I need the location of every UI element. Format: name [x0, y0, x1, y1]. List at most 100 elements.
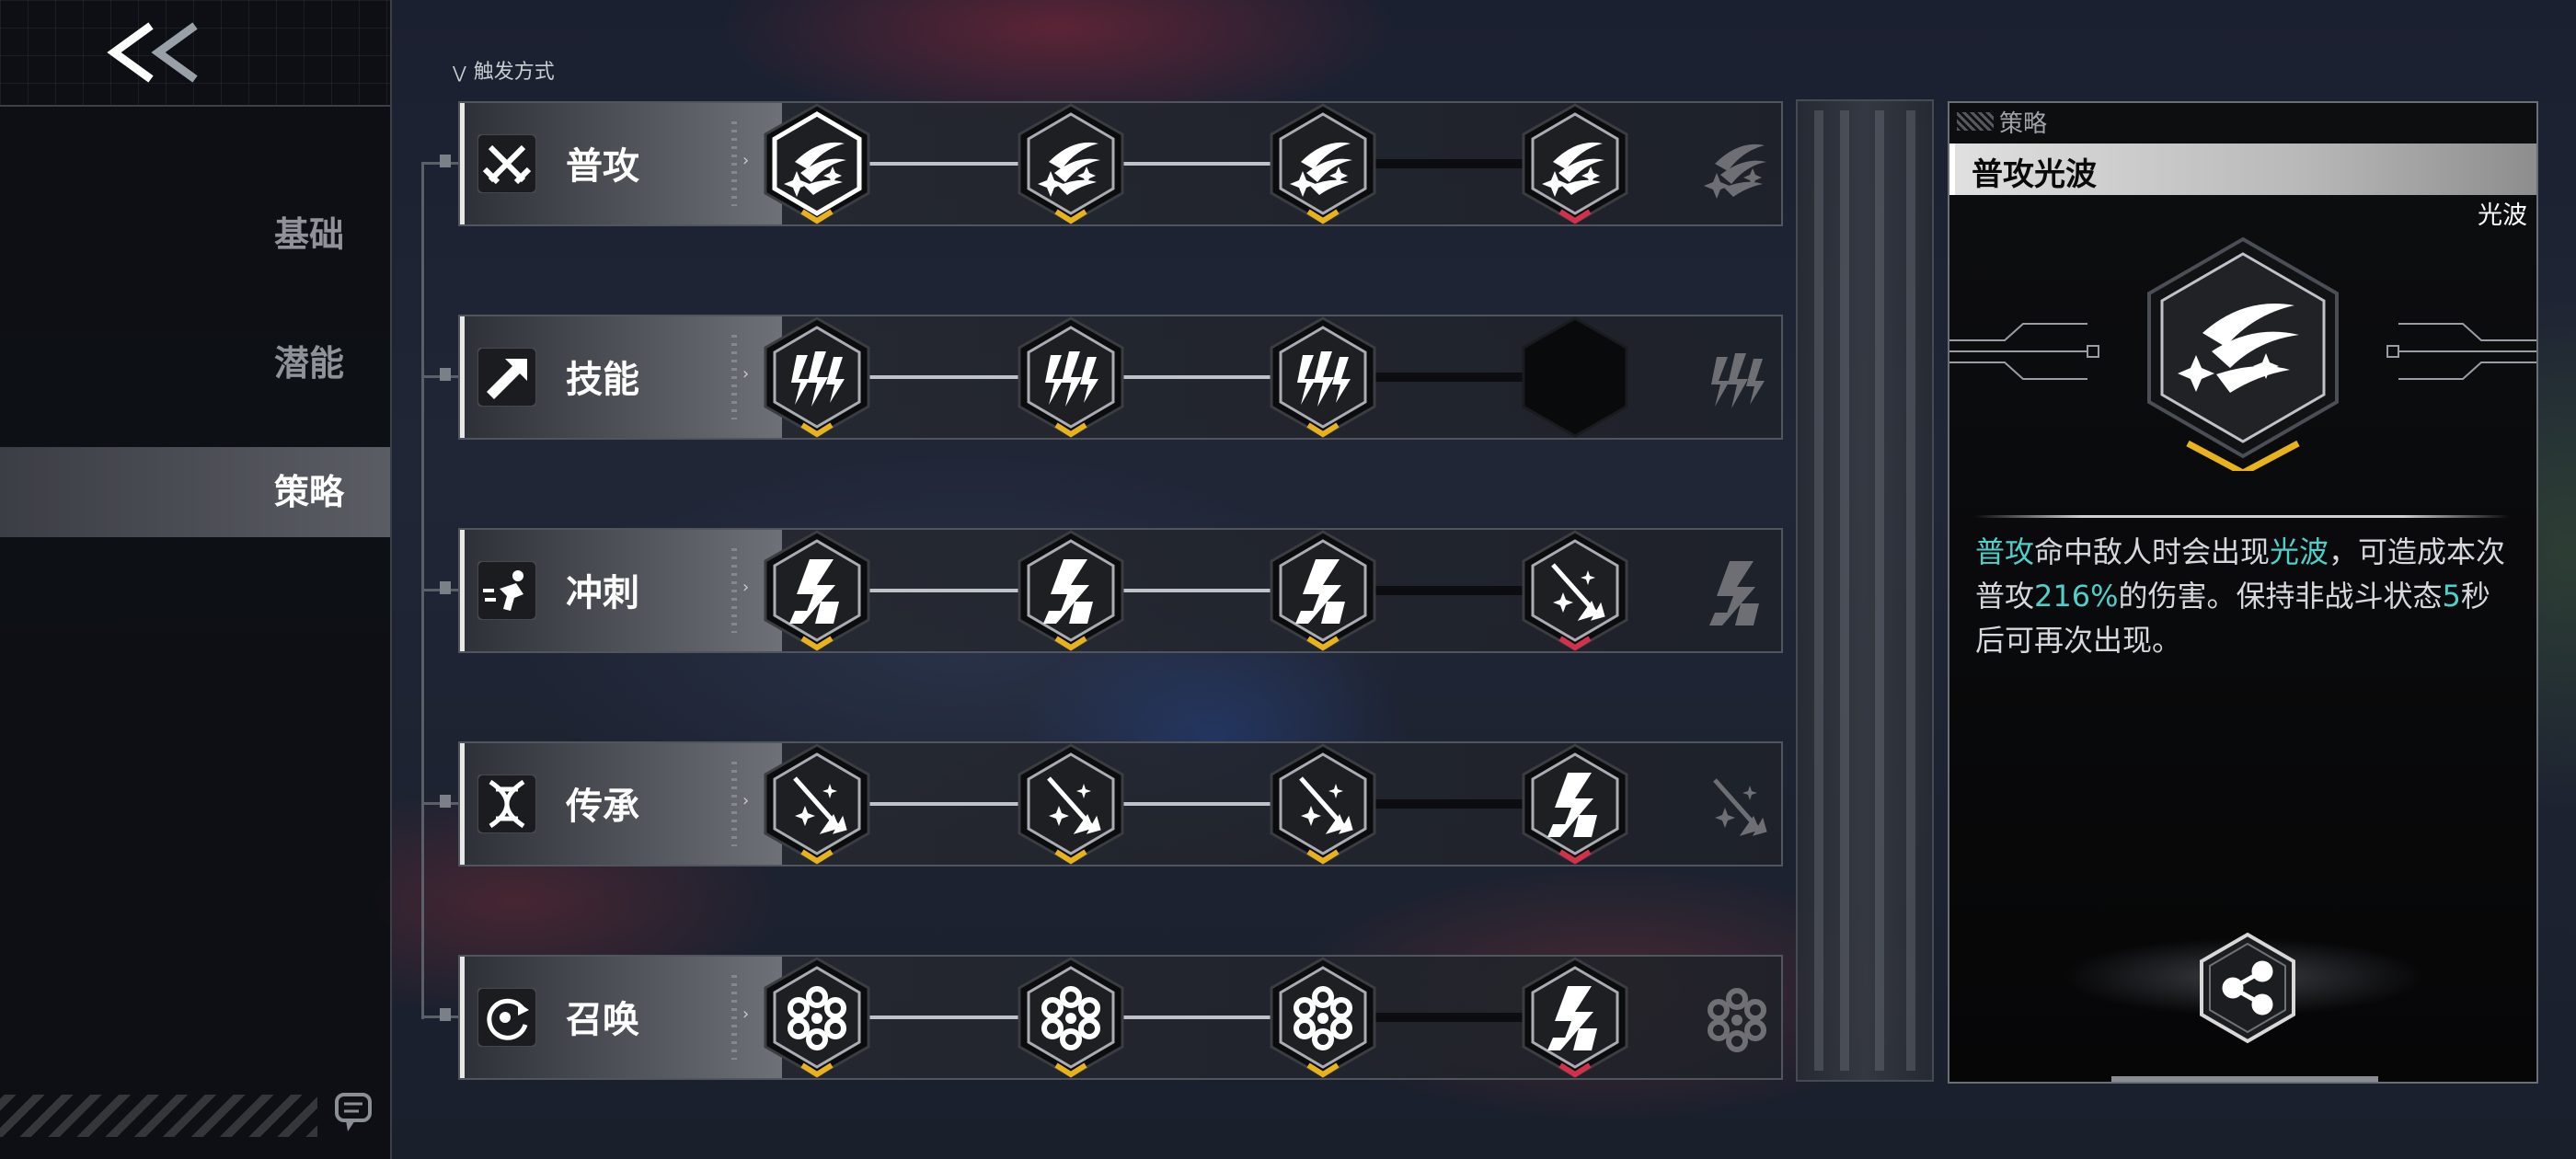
row-category-label: 传承	[566, 786, 639, 828]
detail-description: 普攻命中敌人时会出现光波，可造成本次普攻216%的伤害。保持非战斗状态5秒后可再…	[1975, 530, 2518, 662]
arrow-burst-icon	[477, 347, 537, 407]
trigger-mode-toggle[interactable]: ⋁ 触发方式	[453, 55, 555, 85]
locked-node-preview-icon	[1700, 342, 1774, 416]
summon-cycle-icon	[477, 987, 537, 1048]
row-category[interactable]: 冲刺 ›	[460, 530, 782, 651]
desc-text: 命中敌人时会出现	[2034, 534, 2271, 569]
detail-header: 策略	[1949, 103, 2536, 140]
trigger-mode-label: 触发方式	[473, 61, 555, 84]
detail-bottom-bar	[2111, 1076, 2378, 1082]
row-category-label: 冲刺	[566, 572, 639, 614]
tree-connector	[421, 164, 424, 1019]
chat-bubble-icon[interactable]	[333, 1091, 374, 1137]
nav-item-basic[interactable]: 基础	[0, 189, 390, 280]
node-link	[868, 162, 1019, 166]
tree-node-marker	[440, 368, 451, 381]
row-category-label: 召唤	[566, 999, 639, 1041]
strategy-node-spear-burst-icon[interactable]	[754, 741, 880, 866]
strategy-node-lightning-dash-icon[interactable]	[1260, 528, 1386, 653]
row-category[interactable]: 召唤 ›	[460, 957, 782, 1078]
desc-highlight: 普攻	[1975, 534, 2035, 569]
tree-node-marker	[440, 581, 451, 594]
strategy-node-lightning-dash-icon[interactable]	[1512, 741, 1638, 866]
node-link	[1122, 802, 1271, 806]
tick-decoration	[731, 121, 737, 206]
desc-text: 的伤害。保持非战斗状态	[2118, 579, 2443, 614]
strategy-node-comet-icon[interactable]	[1512, 101, 1638, 226]
double-chevron-down-icon: ⋁	[453, 63, 466, 83]
node-link	[1122, 162, 1271, 166]
strategy-node-spear-burst-icon[interactable]	[1260, 741, 1386, 866]
detail-title-bar: 普攻光波	[1949, 143, 2536, 195]
node-link	[868, 589, 1019, 592]
strategy-row: 召唤 ›	[458, 955, 1783, 1080]
node-link	[1122, 375, 1271, 379]
node-link	[1122, 589, 1271, 592]
detail-panel: 策略 普攻光波 光波 普攻命中敌人时会出现光波，可造成本次普攻216%的伤害。保…	[1948, 101, 2538, 1084]
strategy-row: 技能 ›	[458, 315, 1783, 440]
row-category-label: 技能	[566, 359, 639, 401]
empty-strategy-slot[interactable]	[1512, 315, 1638, 440]
tick-decoration	[731, 975, 737, 1060]
crossed-swords-icon	[477, 133, 537, 194]
share-icon	[2200, 932, 2295, 1044]
strategy-node-claw-slash-icon[interactable]	[1260, 315, 1386, 440]
locked-node-preview-icon	[1700, 769, 1774, 843]
desc-highlight: 5	[2442, 579, 2461, 614]
nav-item-strategy[interactable]: 策略	[0, 447, 390, 537]
tree-node-marker	[440, 155, 451, 167]
nav-item-potential[interactable]: 潜能	[0, 318, 390, 408]
strategy-node-comet-icon[interactable]	[1008, 101, 1133, 226]
share-button[interactable]	[2191, 931, 2305, 1045]
node-link	[1374, 373, 1524, 382]
desc-highlight: 光波	[2270, 534, 2329, 569]
row-category-label: 普攻	[566, 145, 639, 188]
detail-icon	[1949, 232, 2536, 476]
locked-node-preview-icon	[1700, 982, 1774, 1056]
node-link	[1122, 1016, 1271, 1019]
strategy-node-flower-ring-icon[interactable]	[754, 955, 880, 1080]
locked-node-preview-icon	[1700, 129, 1774, 202]
tick-decoration	[731, 335, 737, 419]
divider-column	[1796, 99, 1934, 1082]
strategy-node-flower-ring-icon[interactable]	[1260, 955, 1386, 1080]
divider-band	[1840, 110, 1849, 1071]
detail-divider	[1975, 515, 2509, 518]
strategy-row: 传承 ›	[458, 741, 1783, 866]
chevron-right-icon: ›	[742, 364, 750, 384]
row-category[interactable]: 传承 ›	[460, 743, 782, 865]
strategy-node-claw-slash-icon[interactable]	[1008, 315, 1133, 440]
row-category[interactable]: 技能 ›	[460, 316, 782, 438]
strategy-row: 冲刺 ›	[458, 528, 1783, 653]
strategy-node-comet-icon[interactable]	[754, 101, 880, 226]
node-link	[1374, 159, 1524, 168]
share-area	[1949, 912, 2536, 1078]
strategy-node-lightning-dash-icon[interactable]	[1512, 955, 1638, 1080]
back-button[interactable]	[103, 20, 213, 85]
header-pattern	[1957, 112, 1994, 131]
strategy-row: 普攻 ›	[458, 101, 1783, 226]
strategy-node-flower-ring-icon[interactable]	[1008, 955, 1133, 1080]
dna-helix-icon	[477, 774, 537, 834]
strategy-node-comet-icon[interactable]	[1260, 101, 1386, 226]
tree-node-marker	[440, 795, 451, 808]
detail-section-label: 策略	[1999, 110, 2048, 138]
divider-band	[1906, 110, 1915, 1071]
chevron-right-icon: ›	[742, 151, 750, 170]
divider-band	[1814, 110, 1823, 1071]
strategy-node-claw-slash-icon[interactable]	[754, 315, 880, 440]
row-category[interactable]: 普攻 ›	[460, 103, 782, 224]
strategy-node-spear-burst-icon[interactable]	[1512, 528, 1638, 653]
divider-band	[1875, 110, 1884, 1071]
locked-node-preview-icon	[1700, 556, 1774, 629]
strategy-node-spear-burst-icon[interactable]	[1008, 741, 1133, 866]
strategy-node-lightning-dash-icon[interactable]	[1008, 528, 1133, 653]
chevron-right-icon: ›	[742, 578, 750, 597]
strategy-node-lightning-dash-icon[interactable]	[754, 528, 880, 653]
node-link	[868, 1016, 1019, 1019]
tick-decoration	[731, 548, 737, 633]
chevron-right-icon: ›	[742, 1004, 750, 1024]
node-link	[868, 802, 1019, 806]
tick-decoration	[731, 762, 737, 846]
hatch-decoration	[0, 1095, 317, 1137]
